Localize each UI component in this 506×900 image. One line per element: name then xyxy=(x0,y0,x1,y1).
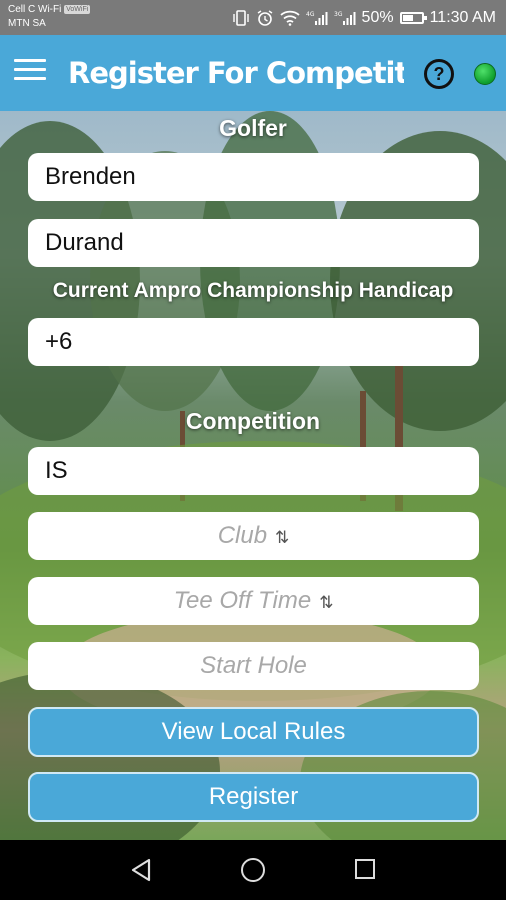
handicap-label: Current Ampro Championship Handicap xyxy=(52,279,454,302)
register-button[interactable]: Register xyxy=(28,772,479,822)
page-title: Register For Competitio xyxy=(68,56,404,90)
first-name-field[interactable]: Brenden xyxy=(28,153,479,201)
svg-text:3G: 3G xyxy=(334,11,343,18)
battery-percent: 50% xyxy=(361,8,394,26)
signal-4g-icon: 4G xyxy=(306,10,328,26)
club-placeholder: Club xyxy=(217,522,268,549)
svg-text:4G: 4G xyxy=(306,11,315,18)
registration-form: Golfer Brenden Durand Current Ampro Cham… xyxy=(0,111,506,840)
carrier-name: Cell C Wi-Fi xyxy=(8,4,62,15)
start-hole-field[interactable]: Start Hole xyxy=(28,642,479,690)
back-icon[interactable] xyxy=(130,858,152,882)
signal-3g-icon: 3G xyxy=(334,10,356,26)
competition-field[interactable]: IS xyxy=(28,447,479,495)
vibrate-icon xyxy=(232,9,250,26)
battery-level xyxy=(402,14,413,21)
club-select[interactable]: Club ⇅ xyxy=(28,512,479,560)
home-icon[interactable] xyxy=(241,858,265,882)
alarm-icon xyxy=(256,9,274,27)
wifi-icon xyxy=(279,10,300,26)
last-name-field[interactable]: Durand xyxy=(28,219,479,267)
wifi-calling-badge: VoWiFi xyxy=(64,5,91,14)
sort-icon: ⇅ xyxy=(319,593,334,612)
app-bar: Register For Competitio ? xyxy=(0,35,506,111)
navigation-bar xyxy=(0,840,506,900)
menu-icon[interactable] xyxy=(14,59,46,85)
handicap-field[interactable]: +6 xyxy=(28,318,479,366)
status-bar: Cell C Wi-Fi VoWiFi MTN SA 4G 3G 50% 11:… xyxy=(0,0,506,35)
tee-off-time-select[interactable]: Tee Off Time ⇅ xyxy=(28,577,479,625)
sort-icon: ⇅ xyxy=(275,528,290,547)
golfer-label: Golfer xyxy=(219,115,287,141)
competition-label: Competition xyxy=(185,408,321,434)
view-local-rules-button[interactable]: View Local Rules xyxy=(28,707,479,757)
connection-status-indicator xyxy=(474,63,496,85)
carrier-info: Cell C Wi-Fi VoWiFi MTN SA xyxy=(8,3,91,31)
clock: 11:30 AM xyxy=(429,8,496,26)
carrier-name-secondary: MTN SA xyxy=(8,18,46,29)
recent-apps-icon[interactable] xyxy=(355,859,375,879)
battery-icon xyxy=(399,11,427,24)
tee-off-placeholder: Tee Off Time xyxy=(173,587,312,614)
status-icons: 4G 3G 50% 11:30 AM xyxy=(232,0,496,35)
help-icon[interactable]: ? xyxy=(424,59,454,89)
